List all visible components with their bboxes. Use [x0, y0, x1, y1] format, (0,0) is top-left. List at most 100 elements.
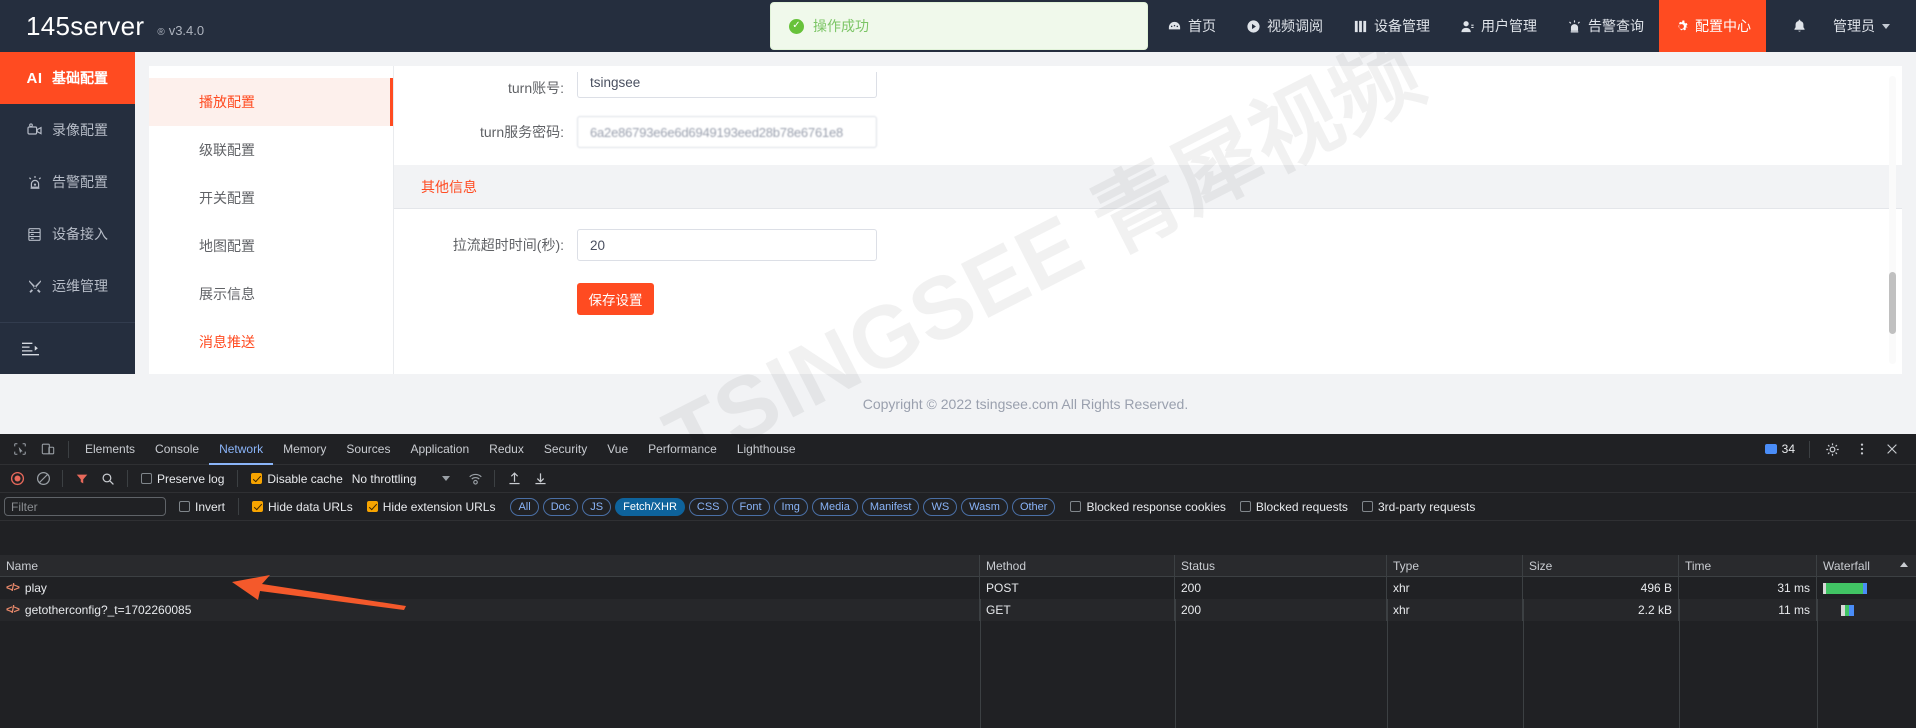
settings-gear-icon[interactable] — [1818, 436, 1846, 462]
nav-item-device[interactable]: 设备管理 — [1338, 0, 1445, 52]
sidebar-item-basic-config[interactable]: AI 基础配置 — [0, 52, 135, 104]
sidebar-item-record-config[interactable]: 录像配置 — [0, 104, 135, 156]
table-row[interactable]: </> play POST 200 xhr 496 B 31 ms — [0, 577, 1916, 599]
tab-sources[interactable]: Sources — [336, 434, 400, 465]
cell-name[interactable]: </> play — [0, 577, 980, 599]
nav-item-home[interactable]: 首页 — [1152, 0, 1231, 52]
submenu-item-map-config[interactable]: 地图配置 — [149, 222, 393, 270]
tab-elements[interactable]: Elements — [75, 434, 145, 465]
save-settings-button[interactable]: 保存设置 — [577, 283, 654, 315]
submenu-item-switch-config[interactable]: 开关配置 — [149, 174, 393, 222]
export-har-icon[interactable] — [527, 467, 553, 491]
collapse-menu-icon — [22, 342, 39, 356]
user-name: 管理员 — [1833, 18, 1875, 34]
column-header-time[interactable]: Time — [1679, 554, 1817, 577]
chevron-down-icon[interactable] — [442, 476, 451, 481]
devtools-tab-strip: Elements Console Network Memory Sources … — [0, 434, 1916, 465]
type-filter-other[interactable]: Other — [1011, 497, 1056, 516]
stream-timeout-input[interactable] — [577, 229, 877, 261]
throttling-select[interactable]: No throttling — [350, 472, 417, 486]
submenu-item-display-info[interactable]: 展示信息 — [149, 270, 393, 318]
cell-status: 200 — [1175, 577, 1387, 599]
clear-icon[interactable] — [30, 467, 56, 491]
notifications-button[interactable] — [1766, 19, 1829, 34]
import-har-icon[interactable] — [501, 467, 527, 491]
nav-item-config[interactable]: 配置中心 — [1659, 0, 1766, 52]
sidebar-item-device-access[interactable]: 设备接入 — [0, 208, 135, 260]
type-filter-doc[interactable]: Doc — [542, 497, 579, 516]
record-stop-icon[interactable] — [4, 467, 30, 491]
bell-icon — [1792, 19, 1807, 34]
tab-memory[interactable]: Memory — [273, 434, 336, 465]
other-info-section-header: 其他信息 — [394, 165, 1902, 209]
type-filter-wasm[interactable]: Wasm — [961, 497, 1008, 516]
tab-vue[interactable]: Vue — [597, 434, 638, 465]
device-toolbar-icon[interactable] — [34, 436, 62, 462]
submenu-item-message-push[interactable]: 消息推送 — [149, 318, 393, 366]
request-name: getotherconfig?_t=1702260085 — [24, 603, 192, 617]
type-filter-css[interactable]: CSS — [688, 497, 728, 516]
invert-checkbox[interactable]: Invert — [172, 500, 232, 514]
column-header-name[interactable]: Name — [0, 554, 980, 577]
tab-security[interactable]: Security — [534, 434, 597, 465]
close-icon[interactable] — [1878, 436, 1906, 462]
hide-extension-urls-checkbox[interactable]: Hide extension URLs — [360, 500, 503, 514]
tab-application[interactable]: Application — [400, 434, 479, 465]
preserve-log-checkbox[interactable]: Preserve log — [134, 472, 231, 486]
blocked-requests-checkbox[interactable]: Blocked requests — [1233, 500, 1355, 514]
sidebar-item-ops-management[interactable]: 运维管理 — [0, 260, 135, 312]
inspect-element-icon[interactable] — [6, 436, 34, 462]
network-conditions-icon[interactable] — [462, 467, 488, 491]
turn-account-input[interactable] — [577, 72, 877, 98]
table-row[interactable]: </> getotherconfig?_t=1702260085 GET 200… — [0, 599, 1916, 621]
console-message-count[interactable]: 34 — [1759, 442, 1801, 456]
user-menu[interactable]: 管理员 — [1829, 16, 1916, 36]
turn-password-input[interactable] — [577, 116, 877, 148]
submenu-item-play-config[interactable]: 播放配置 — [149, 78, 393, 126]
type-filter-fetch-xhr[interactable]: Fetch/XHR — [615, 497, 685, 516]
tab-redux[interactable]: Redux — [479, 434, 534, 465]
brand-logo[interactable]: 145server ® v3.4.0 — [0, 11, 320, 42]
nav-item-user[interactable]: 用户管理 — [1445, 0, 1552, 52]
sidebar-bottom-fill — [0, 374, 135, 434]
column-divider — [1523, 599, 1524, 728]
nav-item-video[interactable]: 视频调阅 — [1231, 0, 1338, 52]
column-header-method[interactable]: Method — [980, 554, 1175, 577]
column-header-type[interactable]: Type — [1387, 554, 1523, 577]
hide-data-urls-checkbox[interactable]: Hide data URLs — [245, 500, 360, 514]
filter-input[interactable] — [4, 497, 166, 516]
blocked-response-cookies-checkbox[interactable]: Blocked response cookies — [1063, 500, 1232, 514]
nav-label: 首页 — [1188, 18, 1216, 34]
type-filter-font[interactable]: Font — [731, 497, 770, 516]
type-filter-ws[interactable]: WS — [923, 497, 958, 516]
column-header-status[interactable]: Status — [1175, 554, 1387, 577]
sidebar-item-alarm-config[interactable]: 告警配置 — [0, 156, 135, 208]
more-options-icon[interactable] — [1848, 436, 1876, 462]
type-filter-manifest[interactable]: Manifest — [861, 497, 920, 516]
disable-cache-checkbox[interactable]: Disable cache — [244, 472, 349, 486]
tab-lighthouse[interactable]: Lighthouse — [727, 434, 806, 465]
tab-network[interactable]: Network — [209, 434, 274, 465]
chevron-down-icon — [1882, 23, 1890, 29]
type-filter-all[interactable]: All — [510, 497, 539, 516]
search-icon[interactable] — [95, 467, 121, 491]
nav-item-alarm[interactable]: 告警查询 — [1552, 0, 1659, 52]
checkbox-box — [251, 473, 263, 484]
type-filter-media[interactable]: Media — [811, 497, 858, 516]
tab-performance[interactable]: Performance — [638, 434, 727, 465]
submenu-item-label: 播放配置 — [199, 94, 255, 110]
tab-console[interactable]: Console — [145, 434, 209, 465]
column-header-size[interactable]: Size — [1523, 554, 1679, 577]
version-label: v3.4.0 — [168, 22, 205, 38]
sidebar-collapse-button[interactable] — [0, 322, 135, 374]
registered-mark: ® — [157, 26, 165, 38]
card-scrollbar-thumb[interactable] — [1889, 272, 1896, 334]
filter-icon[interactable] — [69, 467, 95, 491]
type-filter-img[interactable]: Img — [773, 497, 808, 516]
type-filter-js[interactable]: JS — [582, 497, 612, 516]
third-party-requests-checkbox[interactable]: 3rd-party requests — [1355, 500, 1482, 514]
cell-name[interactable]: </> getotherconfig?_t=1702260085 — [0, 599, 980, 621]
submenu-item-cascade-config[interactable]: 级联配置 — [149, 126, 393, 174]
card-scrollbar-track[interactable] — [1889, 76, 1896, 364]
column-header-waterfall[interactable]: Waterfall — [1817, 555, 1916, 577]
